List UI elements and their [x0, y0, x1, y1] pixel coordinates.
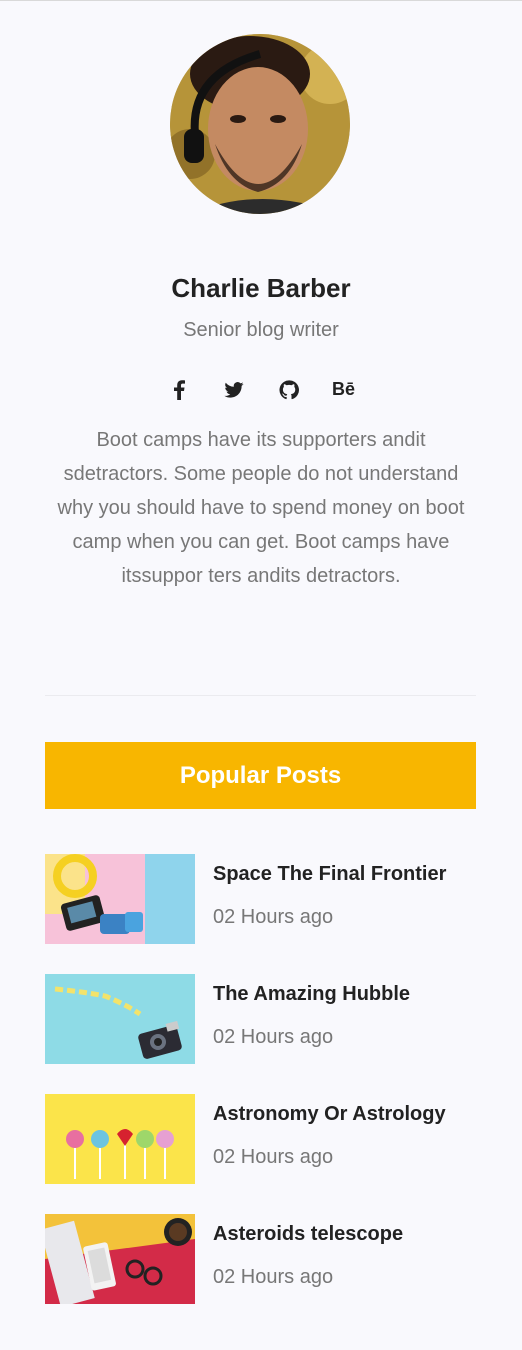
post-item[interactable]: Space The Final Frontier 02 Hours ago: [45, 854, 476, 944]
behance-link[interactable]: Bē: [331, 377, 356, 402]
twitter-icon: [223, 381, 244, 398]
author-name: Charlie Barber: [171, 273, 351, 303]
github-icon: [278, 379, 299, 399]
behance-icon: Bē: [331, 379, 355, 399]
post-title[interactable]: The Amazing Hubble: [213, 983, 410, 1006]
post-title[interactable]: Space The Final Frontier: [213, 863, 446, 886]
post-time: 02 Hours ago: [213, 906, 334, 928]
post-thumbnail[interactable]: [45, 854, 195, 944]
post-title[interactable]: Astronomy Or Astrology: [213, 1103, 446, 1126]
facebook-link[interactable]: [166, 377, 191, 402]
facebook-icon: [173, 379, 185, 400]
author-bio: Boot camps have its supporters andit sde…: [57, 429, 465, 587]
post-item[interactable]: The Amazing Hubble 02 Hours ago: [45, 974, 476, 1064]
author-avatar: [170, 34, 350, 214]
post-time: 02 Hours ago: [213, 1266, 334, 1288]
twitter-link[interactable]: [221, 377, 246, 402]
author-profile: Charlie Barber Senior blog writer Bē Boo…: [0, 1, 522, 641]
post-thumbnail[interactable]: [45, 1214, 195, 1304]
github-link[interactable]: [276, 377, 301, 402]
post-time: 02 Hours ago: [213, 1146, 334, 1168]
popular-posts-heading: Popular Posts: [45, 742, 476, 809]
section-divider: [45, 695, 476, 696]
social-links: Bē: [0, 377, 522, 402]
post-time: 02 Hours ago: [213, 1026, 334, 1048]
post-thumbnail[interactable]: [45, 1094, 195, 1184]
post-title[interactable]: Asteroids telescope: [213, 1223, 403, 1246]
post-item[interactable]: Asteroids telescope 02 Hours ago: [45, 1214, 476, 1304]
post-thumbnail[interactable]: [45, 974, 195, 1064]
author-role: Senior blog writer: [183, 319, 339, 341]
post-item[interactable]: Astronomy Or Astrology 02 Hours ago: [45, 1094, 476, 1184]
